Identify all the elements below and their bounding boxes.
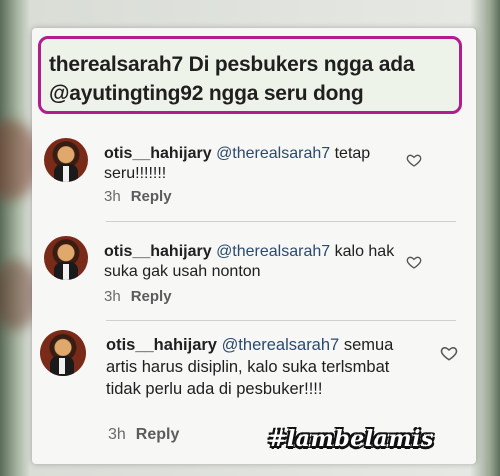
comment-username[interactable]: otis__hahijary bbox=[104, 145, 212, 162]
heart-icon[interactable] bbox=[406, 254, 422, 270]
comment-time: 3h bbox=[108, 426, 126, 443]
comment-mention[interactable]: @therealsarah7 bbox=[222, 336, 340, 354]
avatar[interactable] bbox=[44, 236, 88, 280]
reply-button[interactable]: Reply bbox=[136, 426, 180, 443]
divider bbox=[106, 221, 456, 222]
avatar[interactable] bbox=[44, 138, 88, 182]
heart-icon[interactable] bbox=[406, 152, 422, 168]
comment-meta: 3h Reply bbox=[104, 288, 172, 305]
comment-text: otis__hahijary @therealsarah7 tetap seru… bbox=[104, 144, 404, 184]
post-caption-highlight: therealsarah7 Di pesbukers ngga ada @ayu… bbox=[38, 36, 462, 114]
comment-time: 3h bbox=[104, 188, 121, 205]
divider bbox=[106, 320, 456, 321]
comment-mention[interactable]: @therealsarah7 bbox=[216, 145, 330, 162]
comment-username[interactable]: otis__hahijary bbox=[106, 336, 217, 354]
post-caption: therealsarah7 Di pesbukers ngga ada @ayu… bbox=[49, 53, 415, 105]
avatar[interactable] bbox=[40, 330, 86, 376]
comment-card: therealsarah7 Di pesbukers ngga ada @ayu… bbox=[32, 28, 476, 464]
reply-button[interactable]: Reply bbox=[131, 288, 172, 305]
reply-button[interactable]: Reply bbox=[131, 188, 172, 205]
heart-icon[interactable] bbox=[440, 344, 458, 362]
comment-meta: 3h Reply bbox=[108, 426, 179, 444]
watermark: #lambelamis bbox=[268, 426, 434, 452]
comment-meta: 3h Reply bbox=[104, 188, 172, 205]
comment-text: otis__hahijary @therealsarah7 kalo hak s… bbox=[104, 242, 404, 282]
comment-username[interactable]: otis__hahijary bbox=[104, 243, 212, 260]
comment-text: otis__hahijary @therealsarah7 semua arti… bbox=[106, 334, 426, 400]
comment-time: 3h bbox=[104, 288, 121, 305]
comment-mention[interactable]: @therealsarah7 bbox=[216, 243, 330, 260]
